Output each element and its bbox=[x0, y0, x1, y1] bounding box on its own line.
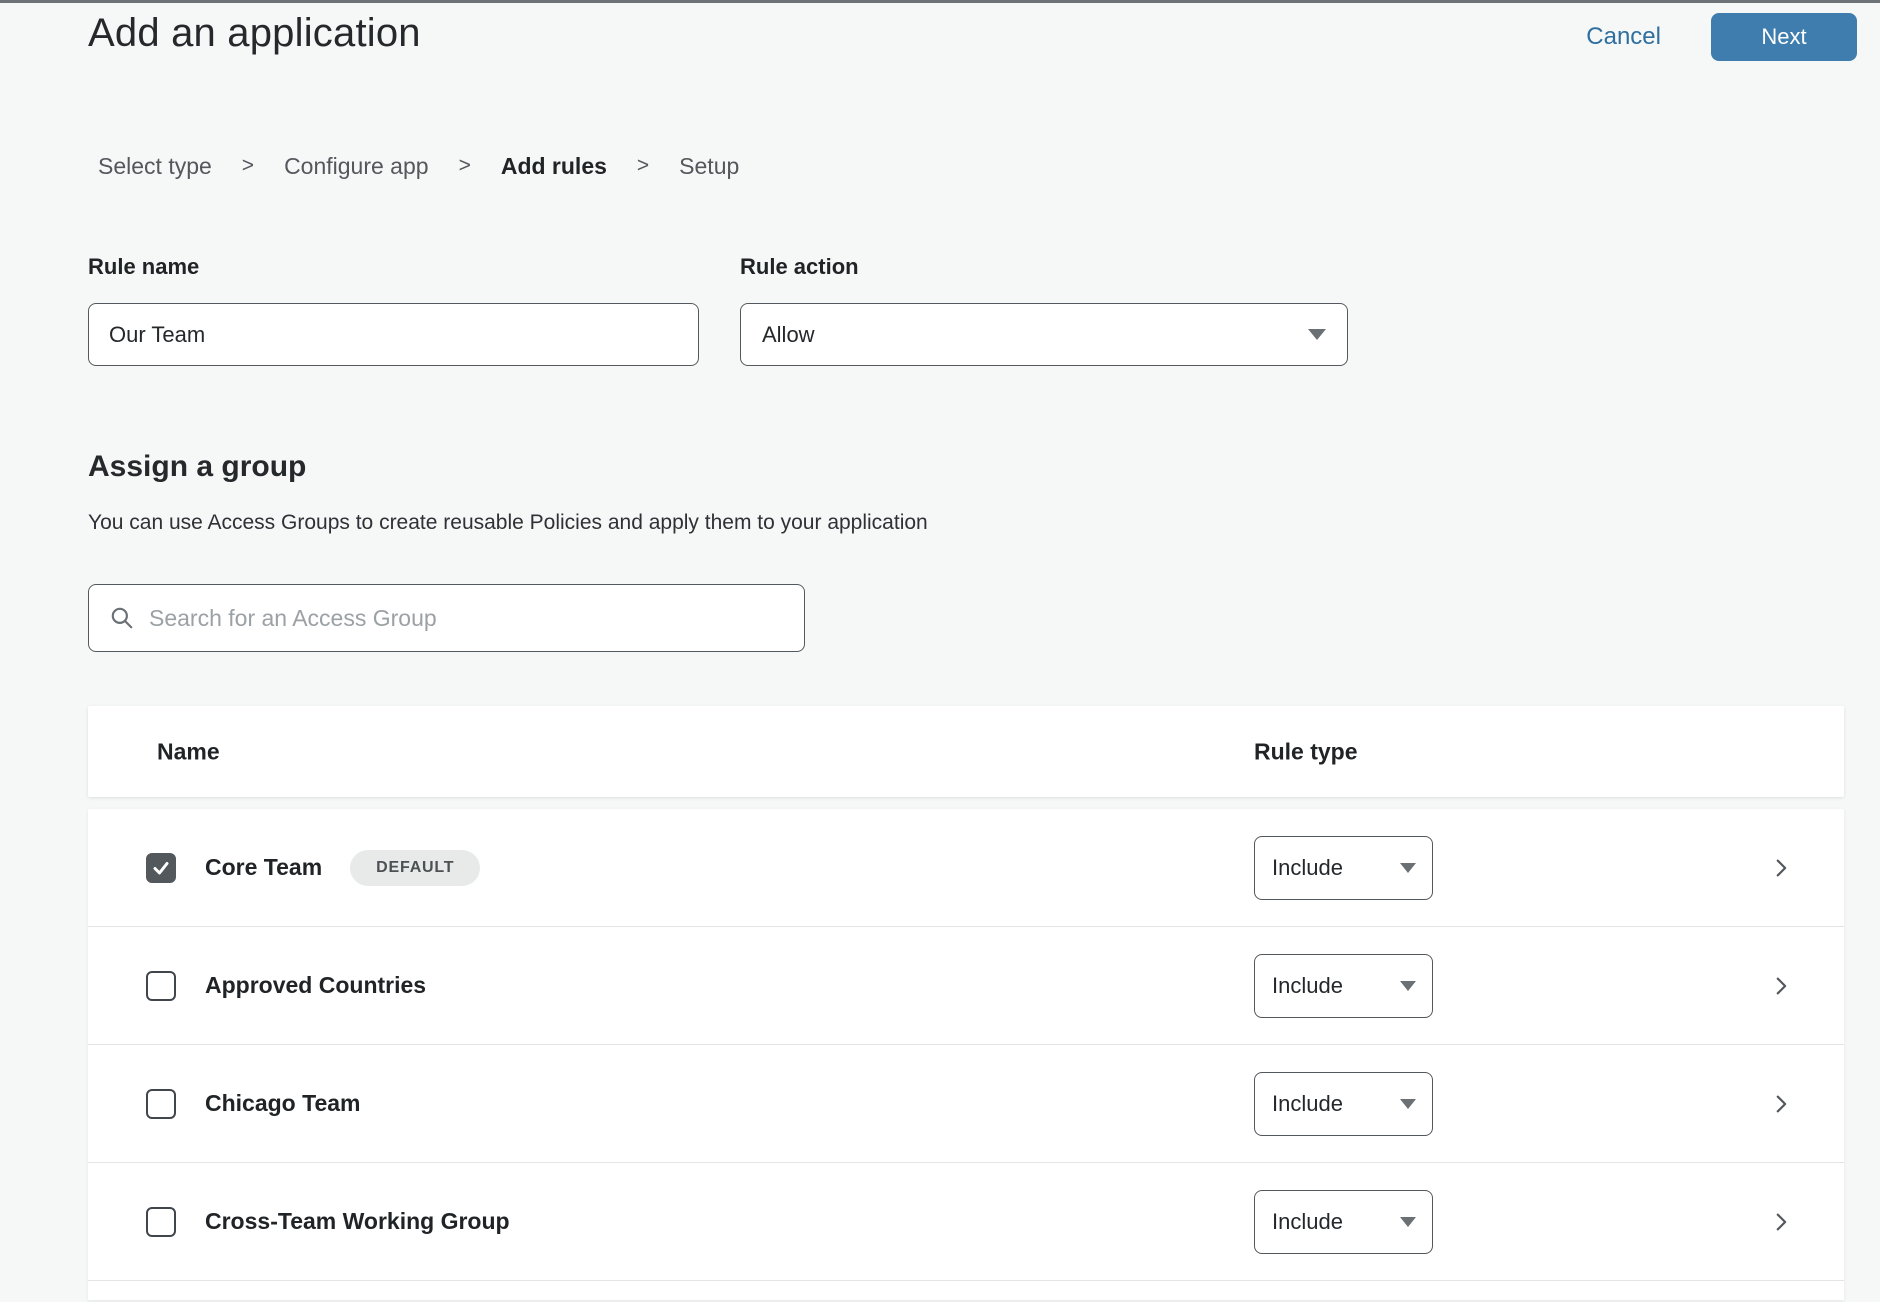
row-checkbox[interactable] bbox=[146, 971, 176, 1001]
rule-name-label: Rule name bbox=[88, 254, 699, 280]
row-name: Cross-Team Working Group bbox=[205, 1208, 510, 1235]
rule-type-select[interactable]: Include bbox=[1254, 836, 1433, 900]
row-checkbox[interactable] bbox=[146, 1089, 176, 1119]
caret-down-icon bbox=[1400, 981, 1416, 991]
rule-form: Rule name Rule action Allow bbox=[88, 254, 1880, 366]
caret-down-icon bbox=[1400, 1217, 1416, 1227]
rule-type-select-value: Include bbox=[1272, 1209, 1343, 1235]
next-button[interactable]: Next bbox=[1711, 13, 1857, 61]
search-input[interactable] bbox=[149, 585, 804, 651]
rule-type-select[interactable]: Include bbox=[1254, 1072, 1433, 1136]
rule-type-select-value: Include bbox=[1272, 1091, 1343, 1117]
breadcrumb-separator: > bbox=[242, 152, 254, 180]
row-name: Core Team bbox=[205, 854, 322, 881]
chevron-right-icon[interactable] bbox=[1770, 975, 1792, 997]
caret-down-icon bbox=[1400, 863, 1416, 873]
breadcrumb-step[interactable]: Setup bbox=[679, 152, 739, 180]
page-header: Add an application Cancel Next bbox=[0, 3, 1880, 90]
table-row: Cross-Team Working Group Include bbox=[88, 1163, 1844, 1281]
row-checkbox[interactable] bbox=[146, 853, 176, 883]
rule-action-field-group: Rule action Allow bbox=[740, 254, 1348, 366]
rule-action-select-value: Allow bbox=[762, 322, 815, 348]
rule-type-select[interactable]: Include bbox=[1254, 954, 1433, 1018]
header-actions: Cancel Next bbox=[1586, 13, 1857, 61]
assign-group-heading: Assign a group bbox=[88, 450, 1880, 484]
breadcrumb-step[interactable]: Select type bbox=[98, 152, 212, 180]
rule-action-label: Rule action bbox=[740, 254, 1348, 280]
chevron-right-icon[interactable] bbox=[1770, 1211, 1792, 1233]
row-checkbox[interactable] bbox=[146, 1207, 176, 1237]
row-name: Approved Countries bbox=[205, 972, 426, 999]
rule-type-select[interactable]: Include bbox=[1254, 1190, 1433, 1254]
access-group-list: Core Team DEFAULT Include Approved Count… bbox=[88, 809, 1844, 1300]
caret-down-icon bbox=[1308, 329, 1326, 340]
rule-type-select-value: Include bbox=[1272, 855, 1343, 881]
chevron-right-icon[interactable] bbox=[1770, 1093, 1792, 1115]
column-header-rule-type: Rule type bbox=[1254, 738, 1358, 765]
page-title: Add an application bbox=[88, 11, 421, 56]
caret-down-icon bbox=[1400, 1099, 1416, 1109]
checkmark-icon bbox=[151, 858, 171, 878]
row-name: Chicago Team bbox=[205, 1090, 361, 1117]
breadcrumb: Select type > Configure app > Add rules > Setu… bbox=[98, 152, 1880, 180]
chevron-right-icon[interactable] bbox=[1770, 857, 1792, 879]
access-group-search bbox=[88, 584, 805, 652]
search-icon bbox=[109, 605, 135, 631]
table-row: Core Team DEFAULT Include bbox=[88, 809, 1844, 927]
rule-action-select[interactable]: Allow bbox=[740, 303, 1348, 366]
table-row: Approved Countries Include bbox=[88, 927, 1844, 1045]
rule-name-field-group: Rule name bbox=[88, 254, 699, 366]
breadcrumb-step[interactable]: Configure app bbox=[284, 152, 429, 180]
rule-type-select-value: Include bbox=[1272, 973, 1343, 999]
cancel-button[interactable]: Cancel bbox=[1586, 23, 1661, 51]
breadcrumb-separator: > bbox=[637, 152, 649, 180]
breadcrumb-step[interactable]: Add rules bbox=[501, 152, 607, 180]
assign-group-description: You can use Access Groups to create reus… bbox=[88, 511, 1880, 535]
table-header: Name Rule type bbox=[88, 706, 1844, 797]
column-header-name: Name bbox=[157, 738, 220, 765]
default-badge: DEFAULT bbox=[350, 850, 480, 886]
breadcrumb-separator: > bbox=[459, 152, 471, 180]
rule-name-input[interactable] bbox=[88, 303, 699, 366]
table-row: Chicago Team Include bbox=[88, 1045, 1844, 1163]
